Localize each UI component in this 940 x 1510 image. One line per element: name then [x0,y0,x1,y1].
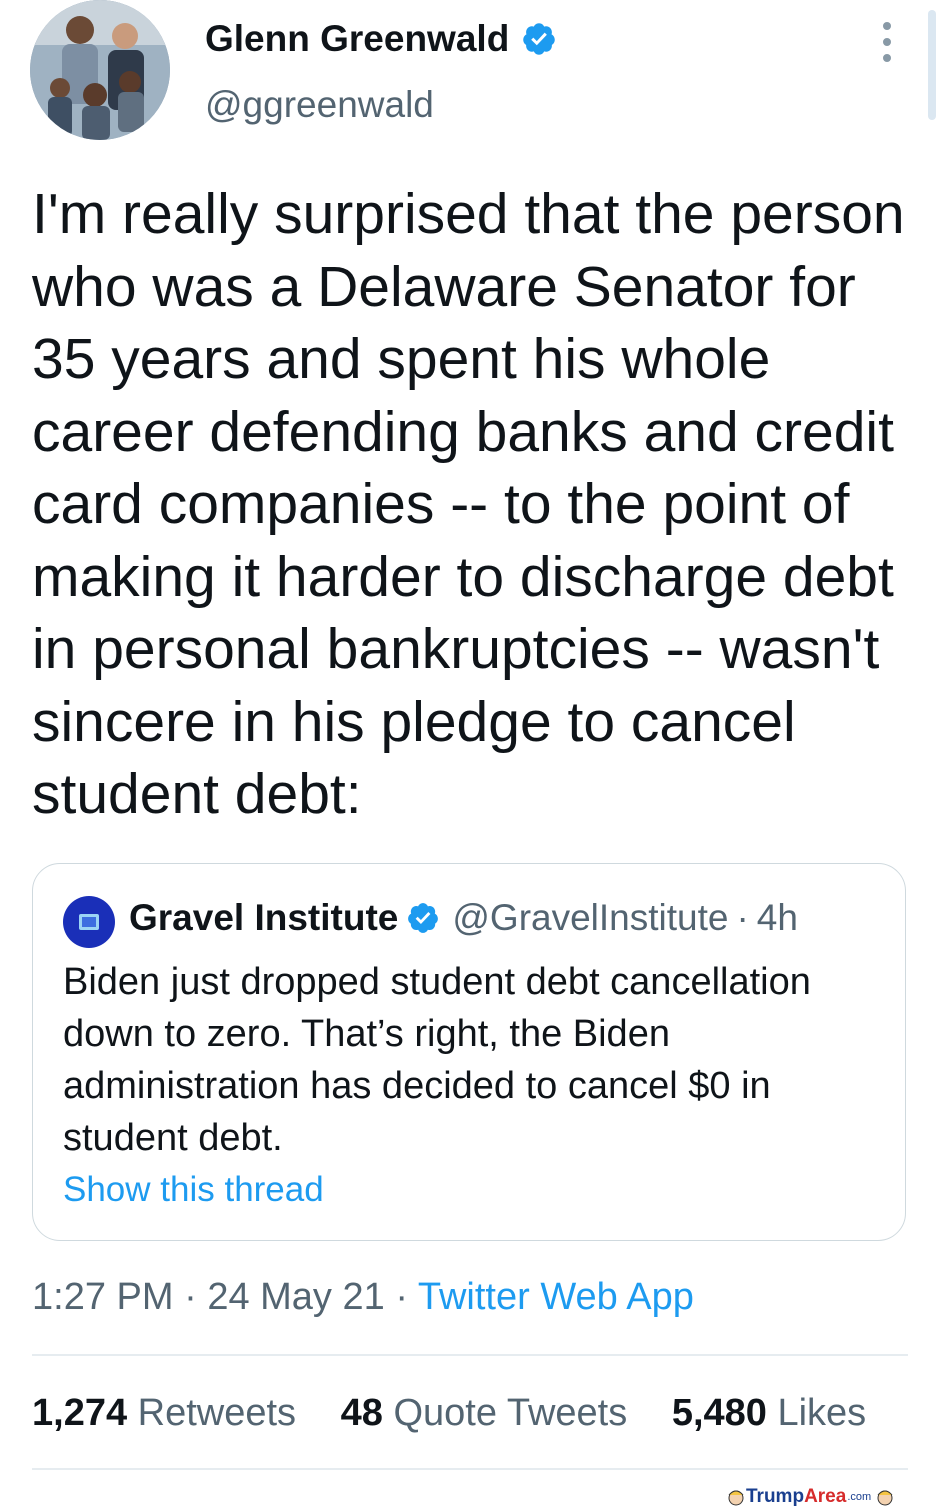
author-name[interactable]: Glenn Greenwald [205,18,509,60]
watermark-part3: .com [847,1491,872,1503]
retweets-label: Retweets [137,1392,297,1434]
quoted-tweet-card[interactable]: Gravel Institute @GravelInstitute · 4h B… [32,863,906,1241]
author-name-row[interactable]: Glenn Greenwald [205,18,557,60]
retweets-stat[interactable]: 1,274 Retweets [32,1392,296,1434]
quoted-separator: · [736,897,749,938]
quote-tweets-count: 48 [340,1392,383,1434]
verified-badge-icon [523,23,556,55]
meta-separator: · [395,1276,408,1318]
quoted-tweet-header: Gravel Institute @GravelInstitute · 4h [129,897,798,939]
quoted-author-avatar[interactable] [63,896,115,948]
divider [32,1468,908,1470]
tweet-date[interactable]: 24 May 21 [207,1276,384,1318]
avatar-photo [30,0,170,140]
divider [32,1354,908,1356]
scrollbar-thumb[interactable] [928,10,936,120]
tweet-source-link[interactable]: Twitter Web App [418,1276,694,1318]
tweet-text: I'm really surprised that the person who… [32,182,905,826]
quoted-author-handle[interactable]: @GravelInstitute [452,897,728,939]
quoted-tweet-text: Biden just dropped student debt cancella… [63,961,811,1159]
quoted-tweet-age[interactable]: 4h [757,897,798,939]
quote-tweets-stat[interactable]: 48 Quote Tweets [341,1392,628,1434]
watermark-part2: Area [804,1486,847,1507]
mascot-icon [728,1490,744,1506]
quoted-author-name[interactable]: Gravel Institute [129,897,398,939]
meta-separator: · [184,1276,197,1318]
likes-count: 5,480 [671,1392,767,1434]
retweets-count: 1,274 [32,1392,128,1434]
tweet-meta: 1:27 PM · 24 May 21 · Twitter Web App [32,1276,694,1319]
mascot-icon [877,1490,893,1506]
author-avatar[interactable] [30,0,170,140]
watermark-part1: Trump [746,1486,805,1507]
verified-badge-icon [408,903,439,933]
tweet-stats: 1,274 Retweets 48 Quote Tweets 5,480 Lik… [32,1392,900,1435]
tweet-time[interactable]: 1:27 PM [32,1276,174,1318]
author-handle[interactable]: @ggreenwald [205,84,434,126]
likes-stat[interactable]: 5,480 Likes [672,1392,866,1434]
watermark-logo: TrumpArea .com [726,1486,895,1508]
watermark-text: TrumpArea [746,1486,846,1508]
show-thread-link[interactable]: Show this thread [63,1170,324,1210]
more-options-icon[interactable] [878,20,896,64]
quote-tweets-label: Quote Tweets [393,1392,628,1434]
likes-label: Likes [777,1392,867,1434]
